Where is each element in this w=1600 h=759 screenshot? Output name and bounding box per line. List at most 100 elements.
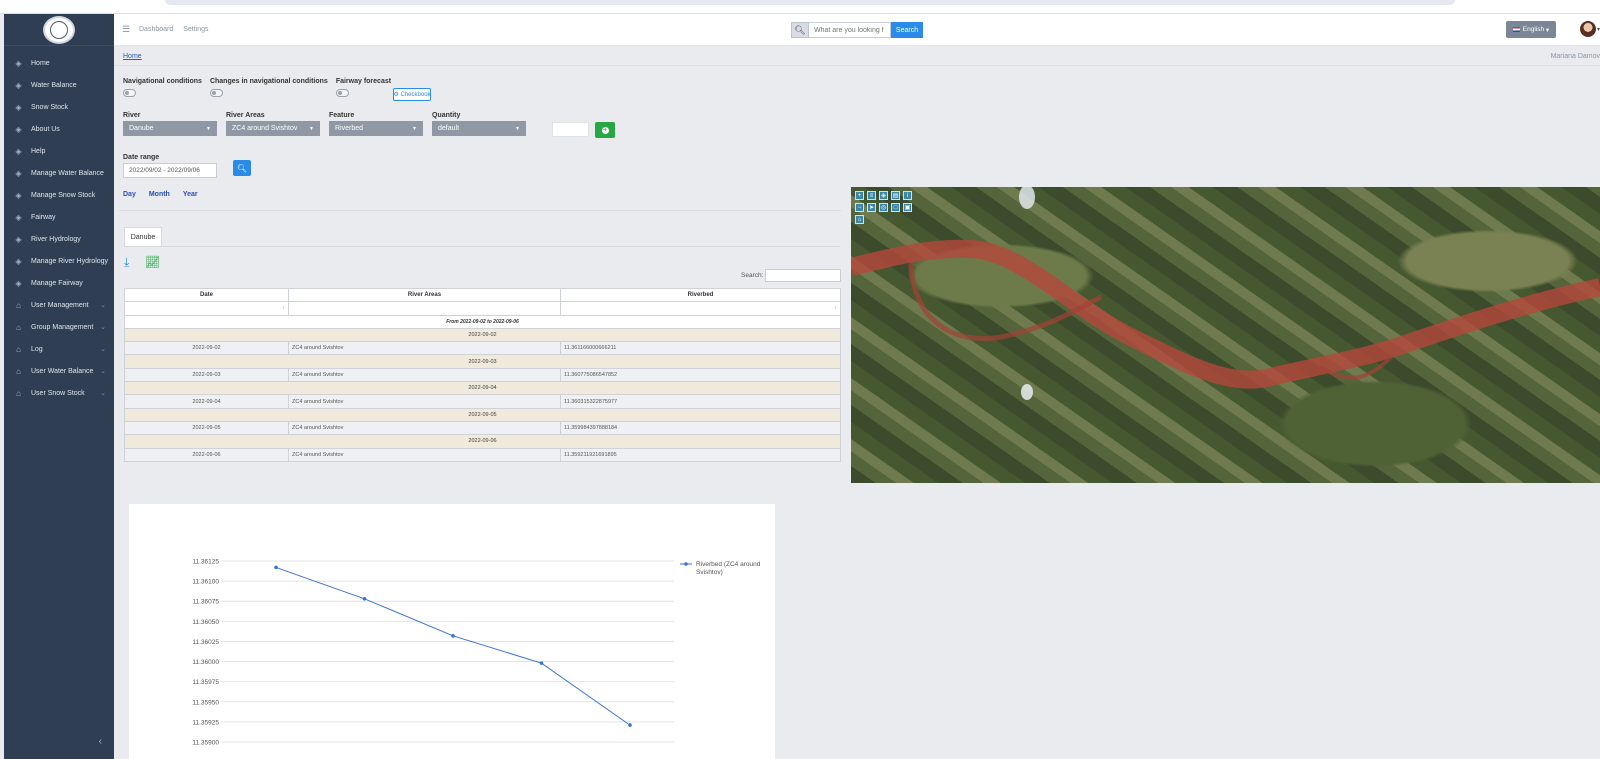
caret-down-icon: ▼ [206,125,211,132]
sidebar-item-home[interactable]: ◈ Home [4,52,114,74]
user-name: Mariana Damov [1550,53,1600,60]
language-dropdown[interactable]: English ▾ [1506,21,1556,38]
home-icon[interactable]: ⌂ [855,215,864,224]
changes-label: Changes in navigational conditions [209,78,328,85]
group-label: 2022-09-05 [124,407,841,422]
data-point[interactable] [362,597,367,601]
y-tick-label: 11.36125 [192,559,219,566]
col-date[interactable]: Date [124,287,289,303]
sidebar-item-user-snow-stock[interactable]: ⌂ User Snow Stock ⌄ [4,382,114,404]
extra-input[interactable] [552,122,589,137]
table-row[interactable]: 2022-09-03 ZC4 around Svishtov 11.36077508… [124,367,841,383]
sidebar-item-manage-river-hydrology[interactable]: ◈ Manage River Hydrology [4,250,114,272]
collapse-sidebar-icon[interactable]: ‹ [99,736,102,747]
satellite-map[interactable]: + ≡ ◈ ▤ i − ➤ ◎ □ ▣ ⌂ [851,187,1600,483]
menu-icon[interactable]: ☰ [122,24,130,35]
sort-cell[interactable]: ↕ [124,301,289,316]
caret-down-icon: ▾ [1544,26,1550,34]
download-icon[interactable]: ⤓ [124,255,129,270]
y-tick-label: 11.35900 [192,740,219,747]
line-chart-icon[interactable]: 📈︎ [145,255,160,269]
square-icon[interactable]: □ [891,203,900,212]
sidebar-item-help[interactable]: ◈ Help [4,140,114,162]
table-row[interactable]: 2022-09-02 ZC4 around Svishtov 11.36116600… [124,341,841,356]
sidebar-item-river-hydrology[interactable]: ◈ River Hydrology [4,228,114,250]
data-point[interactable] [451,634,455,638]
navigate-icon[interactable]: ➤ [867,203,876,212]
y-tick-label: 11.36050 [192,619,219,626]
col-river-areas[interactable]: River Areas [288,287,561,303]
chevron-down-icon: ⌄ [100,302,106,309]
sidebar-item-group-management[interactable]: ⌂ Group Management ⌄ [4,316,114,338]
address-bar[interactable] [165,0,1455,5]
sort-cell[interactable] [288,301,561,316]
range-row: From 2022-09-02 to 2022-09-06 [124,314,841,329]
cell-value: 11.359211921691895 [560,447,841,462]
table-search-input[interactable] [765,269,841,282]
forecast-toggle[interactable] [335,89,349,97]
layers-icon: ◈ [15,256,22,266]
logo[interactable] [43,15,75,44]
target-icon[interactable]: ◎ [879,203,888,212]
sidebar-item-fairway[interactable]: ◈ Fairway [4,206,114,228]
tab-danube[interactable]: Danube [124,227,162,247]
cell-area: ZC4 around Svishtov [288,341,561,356]
date-search-button[interactable]: 🔍︎ [233,160,251,176]
sidebar-item-snow-stock[interactable]: ◈ Snow Stock [4,96,114,118]
date-range-input[interactable]: 2022/09/02 - 2022/09/06 [123,163,217,178]
sidebar-item-manage-fairway[interactable]: ◈ Manage Fairway [4,272,114,294]
sidebar-item-water-balance[interactable]: ◈ Water Balance [4,74,114,96]
zoom-in-icon[interactable]: + [855,191,864,200]
search-input[interactable] [809,22,891,38]
sort-cell[interactable]: ↕ [560,301,841,316]
search-button[interactable]: Search [891,22,923,38]
table-row[interactable]: 2022-09-04 ZC4 around Svishtov 11.36031532… [124,394,841,409]
topnav-settings[interactable]: Settings [183,26,208,33]
sidebar-item-manage-snow-stock[interactable]: ◈ Manage Snow Stock [4,184,114,206]
cell-date: 2022-09-04 [124,394,289,409]
sidebar-item-user-water-balance[interactable]: ⌂ User Water Balance ⌄ [4,360,114,382]
river-select[interactable]: Danube ▼ [123,121,217,136]
print-icon[interactable]: ▣ [903,203,912,212]
avatar[interactable] [1580,21,1596,37]
breadcrumb: Home Mariana Damov [114,46,1600,66]
areas-label: River Areas [226,112,265,119]
language-label: English [1522,26,1545,33]
sidebar-item-user-management[interactable]: ⌂ User Management ⌄ [4,294,114,316]
table-row[interactable]: 2022-09-06 ZC4 around Svishtov 11.35921192… [124,447,841,462]
col-riverbed[interactable]: Riverbed [560,287,841,303]
legend-marker [684,562,688,566]
areas-select[interactable]: ZC4 around Svishtov ▼ [226,121,320,136]
quantity-select[interactable]: default ▼ [432,121,526,136]
caret-down-icon: ▼ [412,125,417,132]
table-row[interactable]: 2022-09-05 ZC4 around Svishtov 11.35998439… [124,420,841,436]
list-icon[interactable]: ≡ [867,191,876,200]
topnav-dashboard[interactable]: Dashboard [139,26,173,33]
layers-icon[interactable]: ◈ [879,191,888,200]
breadcrumb-home[interactable]: Home [123,53,142,60]
sort-row: ↕ ↕ [124,301,841,316]
zoom-out-icon[interactable]: − [855,203,864,212]
map-toolbar: + ≡ ◈ ▤ i − ➤ ◎ □ ▣ ⌂ [855,191,912,224]
cell-value: 11.360775086547852 [560,367,841,383]
tab-day[interactable]: Day [123,191,136,198]
river-overlay [851,187,1600,400]
nav-conditions-toggle[interactable] [123,89,136,97]
data-point[interactable] [274,565,278,570]
changes-toggle[interactable] [209,89,223,97]
table-icon[interactable]: ▤ [891,191,900,200]
feature-select[interactable]: Riverbed ▼ [329,121,423,136]
layers-icon: ◈ [15,58,22,68]
checkbook-button[interactable]: ⚙ Checkbook [393,88,431,101]
sidebar-item-manage-water-balance[interactable]: ◈ Manage Water Balance [4,162,114,184]
tab-year[interactable]: Year [183,191,198,198]
search-icon[interactable]: 🔍︎ [791,22,809,38]
sidebar-item-log[interactable]: ⌂ Log ⌄ [4,338,114,360]
data-point[interactable] [539,661,544,665]
layers-icon: ◈ [15,102,22,112]
apply-filter-button[interactable]: ➜ [595,122,615,138]
sidebar-item-about-us[interactable]: ◈ About Us [4,118,114,140]
info-icon[interactable]: i [903,191,912,200]
tab-month[interactable]: Month [149,191,170,198]
data-point[interactable] [628,723,632,727]
